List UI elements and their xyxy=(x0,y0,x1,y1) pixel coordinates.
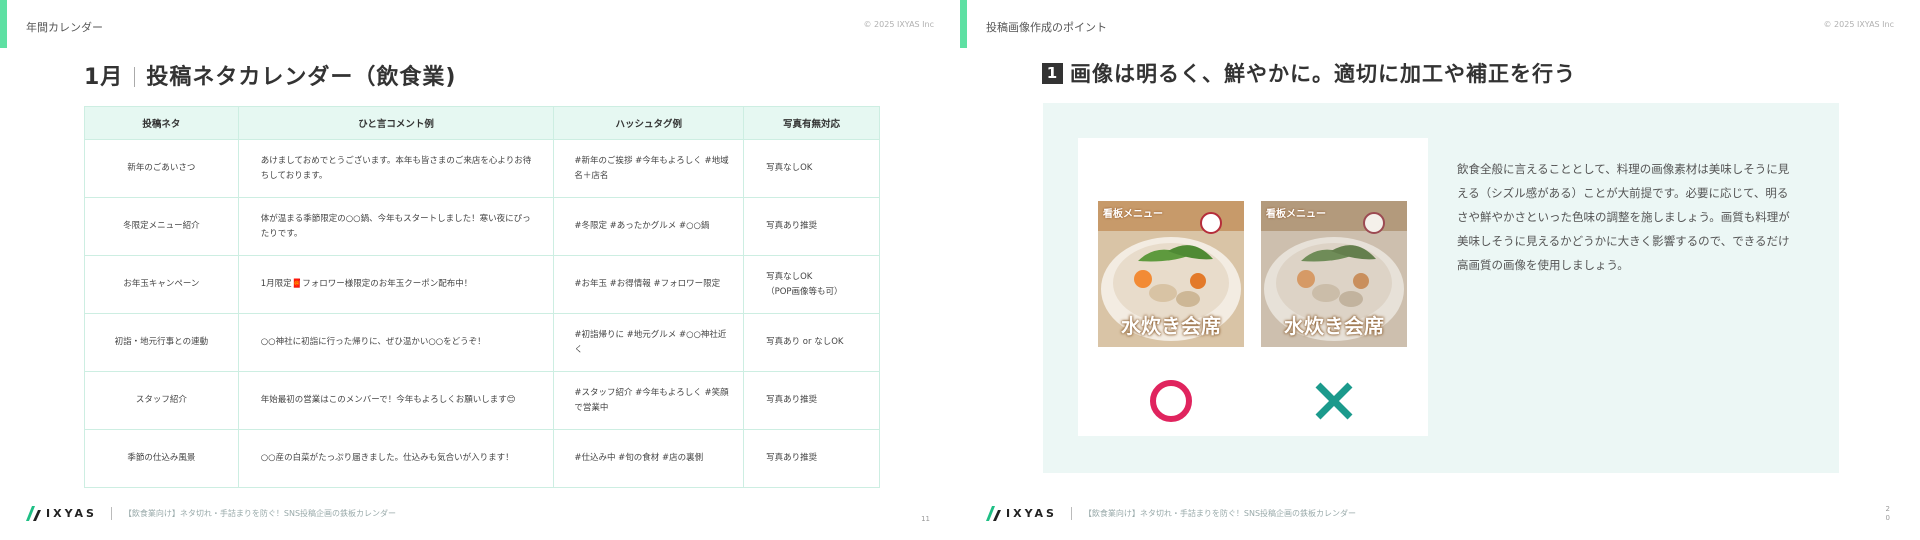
column-header: 写真有無対応 xyxy=(743,106,880,140)
signature-menu-label: 看板メニュー xyxy=(1103,209,1163,220)
topic-cell: 季節の仕込み風景 xyxy=(84,429,239,488)
hashtag-cell: #冬限定 #あったかグルメ #○○鍋 xyxy=(553,197,745,256)
ixyas-logo-icon xyxy=(986,506,1001,521)
image-caption: 水炊き会席 xyxy=(1284,314,1384,338)
title-divider xyxy=(134,67,136,87)
photo-note: （POP画像等も可） xyxy=(766,286,843,297)
table-row: お年玉キャンペーン 1月限定🧧フォロワー様限定のお年玉クーポン配布中！ #お年玉… xyxy=(84,255,880,314)
comment-cell: 体が温まる季節限定の○○鍋、今年もスタートしました！寒い夜にぴったりです。 xyxy=(237,197,555,256)
signature-menu-label: 看板メニュー xyxy=(1266,209,1326,220)
slide-image-tips: 投稿画像作成のポイント © 2025 IXYAS Inc 1 画像は明るく、鮮や… xyxy=(960,0,1920,540)
slide-calendar: 年間カレンダー © 2025 IXYAS Inc 1月 投稿ネタカレンダー（飲食業… xyxy=(0,0,960,540)
footer: IXYAS 【飲食業向け】ネタ切れ・手詰まりを防ぐ！SNS投稿企画の鉄板カレンダ… xyxy=(984,503,1356,523)
photo-cell: 写真あり推奨 xyxy=(743,429,880,488)
comment-cell: 年始最初の営業はこのメンバーで！今年もよろしくお願いします😊 xyxy=(237,371,555,430)
photo-cell: 写真あり or なしOK xyxy=(743,313,880,372)
calendar-table: 投稿ネタ ひと言コメント例 ハッシュタグ例 写真有無対応 新年のごあいさつ あけ… xyxy=(84,106,880,488)
topic-cell: 初詣・地元行事との連動 xyxy=(84,313,239,372)
hashtag-cell: #仕込み中 #旬の食材 #店の裏側 xyxy=(553,429,745,488)
hashtag-cell: #新年のご挨拶 #今年もよろしく #地域名＋店名 xyxy=(553,139,745,198)
section-label: 年間カレンダー xyxy=(26,21,103,34)
topic-cell: スタッフ紹介 xyxy=(84,371,239,430)
footer-divider xyxy=(110,506,112,520)
accent-bar xyxy=(0,0,7,48)
table-row: 新年のごあいさつ あけましておめでとうございます。本年も皆さまのご来店を心よりお… xyxy=(84,139,880,198)
accent-bar xyxy=(960,0,967,48)
page-title: 1月 投稿ネタカレンダー（飲食業) xyxy=(84,59,456,91)
page-number: 11 xyxy=(921,515,930,523)
table-row: 季節の仕込み風景 ○○産の白菜がたっぷり届きました。仕込みも気合いが入ります！ … xyxy=(84,429,880,488)
logo-text: IXYAS xyxy=(46,506,97,520)
page-title: 1 画像は明るく、鮮やかに。適切に加工や補正を行う xyxy=(1042,58,1576,88)
hashtag-cell: #初詣帰りに #地元グルメ #○○神社近く xyxy=(553,313,745,372)
photo-cell: 写真あり推奨 xyxy=(743,197,880,256)
table-row: スタッフ紹介 年始最初の営業はこのメンバーで！今年もよろしくお願いします😊 #ス… xyxy=(84,371,880,430)
page-number: 2 0 xyxy=(1885,505,1890,522)
footer-divider xyxy=(1070,506,1072,520)
bad-example-image: 看板メニュー 水炊き会席 xyxy=(1261,201,1407,347)
footer: IXYAS 【飲食業向け】ネタ切れ・手詰まりを防ぐ！SNS投稿企画の鉄板カレンダ… xyxy=(24,503,396,523)
column-header: ハッシュタグ例 xyxy=(553,106,745,140)
topic-cell: 新年のごあいさつ xyxy=(84,139,239,198)
hashtag-cell: #スタッフ紹介 #今年もよろしく #笑顔で営業中 xyxy=(553,371,745,430)
photo-cell: 写真あり推奨 xyxy=(743,371,880,430)
image-caption: 水炊き会席 xyxy=(1121,314,1221,338)
hashtag-cell: #お年玉 #お得情報 #フォロワー限定 xyxy=(553,255,745,314)
table-row: 初詣・地元行事との連動 ○○神社に初詣に行った帰りに、ぜひ温かい○○をどうぞ！ … xyxy=(84,313,880,372)
table-row: 冬限定メニュー紹介 体が温まる季節限定の○○鍋、今年もスタートしました！寒い夜に… xyxy=(84,197,880,256)
comparison-panel: 看板メニュー 水炊き会席 看板メニュー 水炊き会席 飲食全般に言えることとして、… xyxy=(1043,103,1839,473)
photo-cell: 写真なしOK xyxy=(743,139,880,198)
good-example-image: 看板メニュー 水炊き会席 xyxy=(1098,201,1244,347)
copyright: © 2025 IXYAS Inc xyxy=(1823,20,1894,29)
title-text: 投稿ネタカレンダー（飲食業) xyxy=(146,65,457,90)
comment-cell: あけましておめでとうございます。本年も皆さまのご来店を心よりお待ちしております。 xyxy=(237,139,555,198)
table-header-row: 投稿ネタ ひと言コメント例 ハッシュタグ例 写真有無対応 xyxy=(84,106,880,140)
topic-cell: お年玉キャンペーン xyxy=(84,255,239,314)
circle-good-icon xyxy=(1150,380,1192,422)
logo-text: IXYAS xyxy=(1006,506,1057,520)
comment-cell: ○○産の白菜がたっぷり届きました。仕込みも気合いが入ります！ xyxy=(237,429,555,488)
photo-text: 写真なしOK xyxy=(766,272,813,283)
cross-bad-icon xyxy=(1315,382,1353,420)
column-header: ひと言コメント例 xyxy=(237,106,555,140)
description-text: 飲食全般に言えることとして、料理の画像素材は美味しそうに見える（シズル感がある）… xyxy=(1457,162,1790,272)
number-badge: 1 xyxy=(1042,62,1063,84)
image-comparison-box: 看板メニュー 水炊き会席 看板メニュー 水炊き会席 xyxy=(1078,138,1428,436)
footer-text: 【飲食業向け】ネタ切れ・手詰まりを防ぐ！SNS投稿企画の鉄板カレンダー xyxy=(1083,508,1357,518)
ixyas-logo-icon xyxy=(26,506,41,521)
column-header: 投稿ネタ xyxy=(84,106,239,140)
section-label: 投稿画像作成のポイント xyxy=(986,21,1107,34)
title-text: 画像は明るく、鮮やかに。適切に加工や補正を行う xyxy=(1070,62,1576,86)
comment-cell: ○○神社に初詣に行った帰りに、ぜひ温かい○○をどうぞ！ xyxy=(237,313,555,372)
copyright: © 2025 IXYAS Inc xyxy=(863,20,934,29)
footer-text: 【飲食業向け】ネタ切れ・手詰まりを防ぐ！SNS投稿企画の鉄板カレンダー xyxy=(123,508,397,518)
photo-cell: 写真なしOK （POP画像等も可） xyxy=(743,255,880,314)
title-month: 1月 xyxy=(84,65,124,90)
topic-cell: 冬限定メニュー紹介 xyxy=(84,197,239,256)
comment-cell: 1月限定🧧フォロワー様限定のお年玉クーポン配布中！ xyxy=(237,255,555,314)
